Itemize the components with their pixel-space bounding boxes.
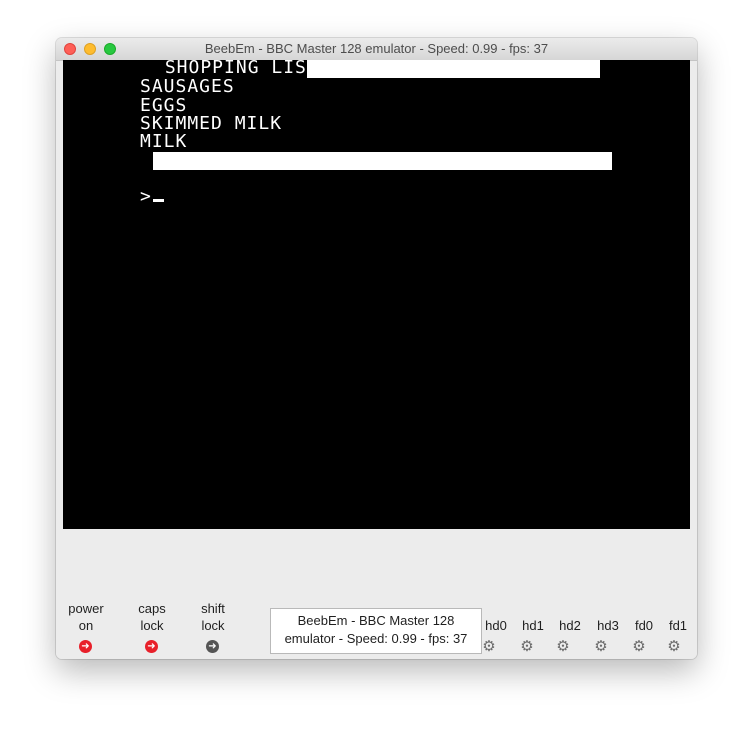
shift-lock-led-label: shift lock bbox=[183, 600, 243, 634]
emulator-screen[interactable]: SHOPPING LIST SAUSAGES EGGS SKIMMED MILK… bbox=[63, 60, 690, 529]
drive-label-hd3: hd3 bbox=[597, 618, 619, 633]
led-label-line: shift bbox=[201, 601, 225, 616]
drive-label-hd2: hd2 bbox=[559, 618, 581, 633]
caps-lock-led-arrow-right-icon: ➜ bbox=[145, 640, 158, 653]
inverse-video-bar-top bbox=[307, 60, 600, 78]
drive-label-hd0: hd0 bbox=[485, 618, 507, 633]
gear-icon: ⚙ bbox=[556, 638, 570, 655]
window-title: BeebEm - BBC Master 128 emulator - Speed… bbox=[204, 41, 549, 56]
drive-label-fd0: fd0 bbox=[634, 618, 654, 633]
status-line: BeebEm - BBC Master 128 bbox=[297, 613, 455, 628]
gear-icon: ⚙ bbox=[520, 638, 534, 655]
led-label-line: caps bbox=[138, 601, 166, 616]
drive-label-hd1: hd1 bbox=[522, 618, 544, 633]
emulator-window: BeebEm - BBC Master 128 emulator - Speed… bbox=[56, 38, 697, 659]
gear-icon: ⚙ bbox=[482, 638, 496, 655]
text-cursor bbox=[152, 199, 164, 202]
inverse-video-bar-bottom bbox=[153, 152, 612, 170]
gear-icon: ⚙ bbox=[594, 638, 608, 655]
status-message-box: BeebEm - BBC Master 128 emulator - Speed… bbox=[270, 608, 482, 654]
gear-icon: ⚙ bbox=[667, 638, 681, 655]
list-item: MILK bbox=[140, 131, 188, 152]
gear-icon: ⚙ bbox=[632, 638, 646, 655]
status-bar: power on ➜ caps lock ➜ shift lock ➜ Beeb… bbox=[56, 529, 697, 659]
title-bar[interactable]: BeebEm - BBC Master 128 emulator - Speed… bbox=[56, 38, 697, 61]
prompt-symbol: > bbox=[140, 186, 152, 207]
list-header: SHOPPING LIST bbox=[153, 60, 319, 78]
status-line: emulator - Speed: 0.99 - fps: 37 bbox=[284, 631, 468, 646]
caps-lock-led-label: caps lock bbox=[122, 600, 182, 634]
led-label-line: on bbox=[78, 618, 94, 633]
list-item: SAUSAGES bbox=[140, 76, 235, 97]
power-led-arrow-right-icon: ➜ bbox=[79, 640, 92, 653]
led-label-line: lock bbox=[201, 618, 225, 633]
led-label-line: lock bbox=[140, 618, 164, 633]
drive-label-fd1: fd1 bbox=[668, 618, 688, 633]
power-led-label: power on bbox=[56, 600, 116, 634]
command-prompt: > bbox=[140, 188, 164, 206]
led-label-line: power bbox=[68, 601, 104, 616]
shift-lock-led-arrow-right-icon: ➜ bbox=[206, 640, 219, 653]
